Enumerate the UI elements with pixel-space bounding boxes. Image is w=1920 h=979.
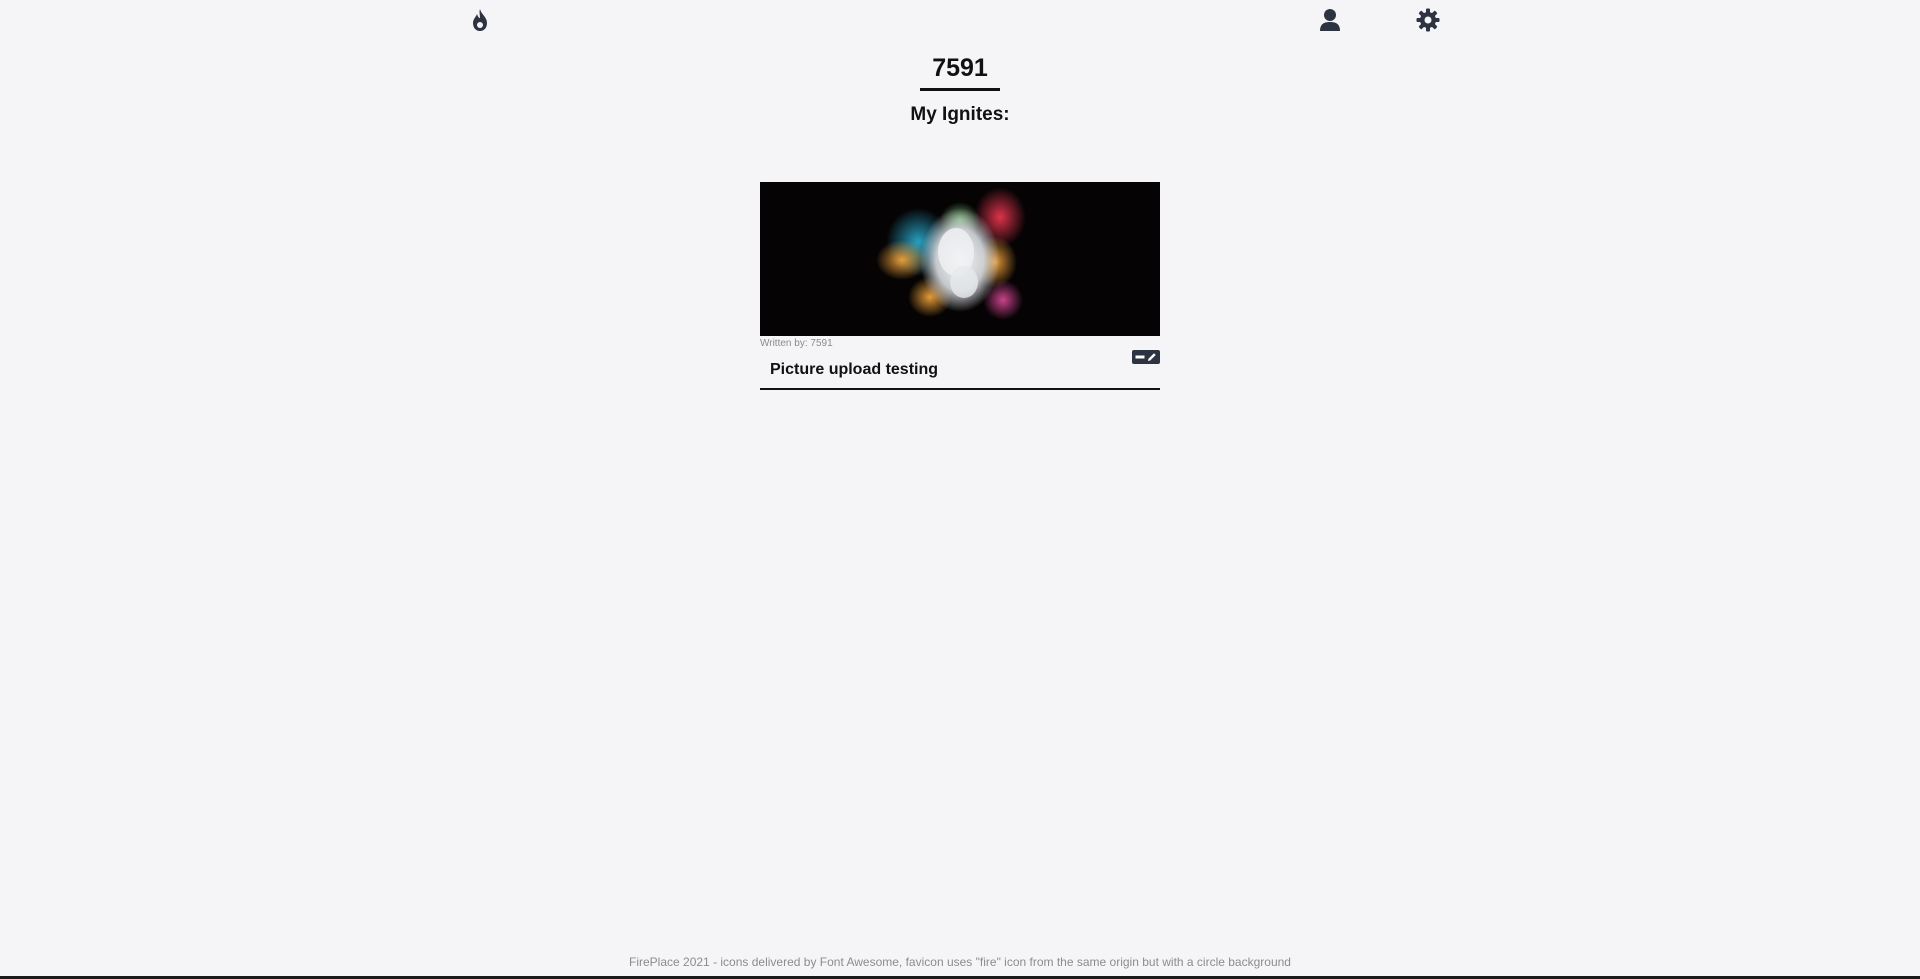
post-actions[interactable]	[1132, 350, 1160, 364]
user-icon[interactable]	[1316, 6, 1344, 34]
top-navigation	[0, 0, 1920, 40]
fire-icon[interactable]	[466, 6, 494, 34]
post-card[interactable]: Written by: 7591 Picture upload testing	[760, 182, 1160, 390]
post-image	[760, 182, 1160, 336]
post-author: Written by: 7591	[760, 338, 833, 349]
footer-text: FirePlace 2021 - icons delivered by Font…	[629, 955, 1291, 969]
profile-username: 7591	[920, 52, 1000, 91]
pencil-icon[interactable]	[1147, 352, 1157, 362]
minus-icon[interactable]	[1135, 352, 1145, 362]
post-author-line: Written by: 7591	[760, 338, 1160, 364]
gear-icon[interactable]	[1414, 6, 1442, 34]
profile-header: 7591 My Ignites:	[0, 52, 1920, 127]
post-title[interactable]: Picture upload testing	[760, 356, 1160, 390]
section-title: My Ignites:	[910, 104, 1010, 125]
